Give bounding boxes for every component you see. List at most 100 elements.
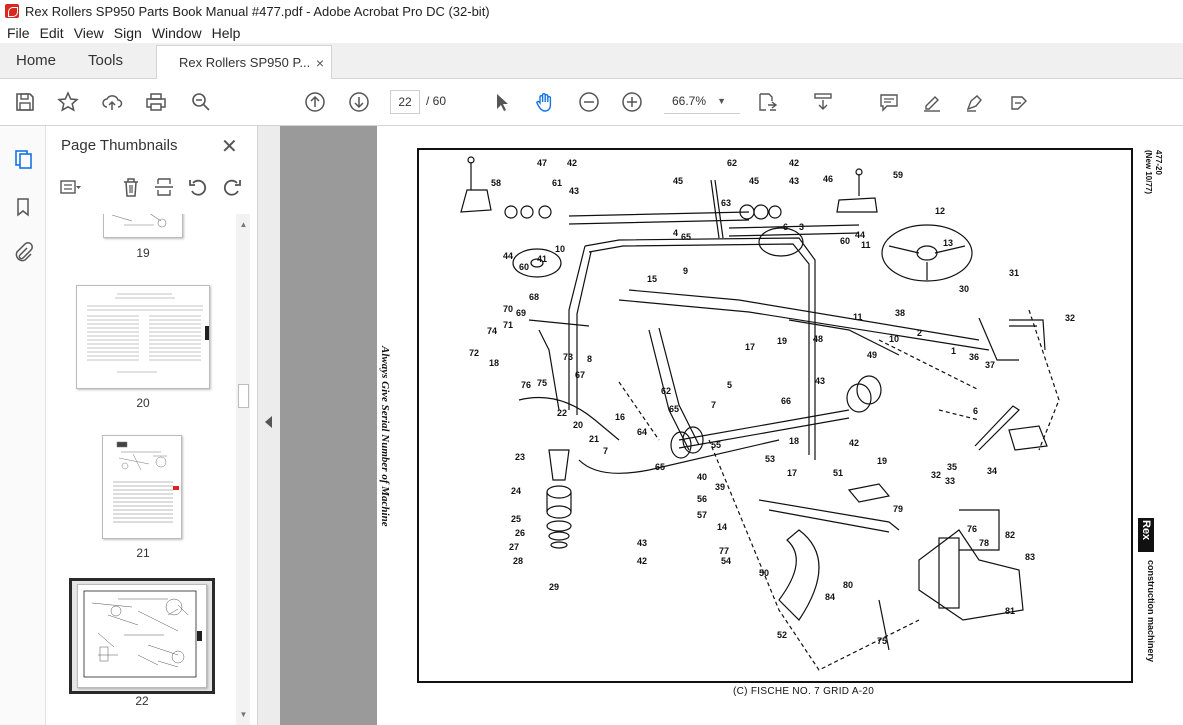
svg-text:40: 40: [697, 472, 707, 482]
scroll-up-icon[interactable]: ▲: [238, 220, 249, 232]
panel-collapse-handle[interactable]: [258, 126, 280, 725]
sign-icon[interactable]: [964, 91, 986, 113]
page-number-input[interactable]: 22: [390, 90, 420, 114]
thumbnail-label-22: 22: [135, 694, 149, 708]
svg-text:12: 12: [935, 206, 945, 216]
zoom-in-icon[interactable]: [621, 91, 643, 113]
thumbnail-page-21[interactable]: [102, 435, 182, 539]
svg-text:3: 3: [799, 222, 804, 232]
thumbnail-label-20: 20: [136, 396, 150, 410]
svg-text:43: 43: [637, 538, 647, 548]
svg-text:39: 39: [715, 482, 725, 492]
svg-text:83: 83: [1025, 552, 1035, 562]
trash-icon[interactable]: [120, 176, 142, 198]
upload-icon[interactable]: [101, 91, 123, 113]
tab-document[interactable]: Rex Rollers SP950 P... ×: [156, 45, 332, 79]
svg-text:47: 47: [537, 158, 547, 168]
select-arrow-icon[interactable]: [491, 91, 513, 113]
page-total: / 60: [426, 94, 447, 108]
page-thumbnails-icon[interactable]: [12, 148, 34, 170]
svg-text:65: 65: [655, 462, 665, 472]
bookmark-icon[interactable]: [12, 196, 34, 218]
svg-text:77: 77: [719, 546, 729, 556]
star-icon[interactable]: [57, 91, 79, 113]
svg-text:81: 81: [1005, 606, 1015, 616]
thumbnail-page-19[interactable]: [103, 214, 183, 238]
tab-home[interactable]: Home: [16, 43, 56, 79]
svg-text:28: 28: [513, 556, 523, 566]
save-icon[interactable]: [14, 91, 36, 113]
svg-text:54: 54: [721, 556, 731, 566]
title-bar: Rex Rollers SP950 Parts Book Manual #477…: [0, 0, 1183, 22]
tab-close-icon[interactable]: ×: [316, 55, 324, 71]
svg-text:34: 34: [987, 466, 997, 476]
svg-text:11: 11: [861, 240, 871, 250]
svg-text:57: 57: [697, 510, 707, 520]
zoom-search-icon[interactable]: [190, 91, 212, 113]
menu-edit[interactable]: Edit: [35, 25, 69, 41]
print-icon[interactable]: [145, 91, 167, 113]
svg-text:52: 52: [777, 630, 787, 640]
svg-text:26: 26: [515, 528, 525, 538]
fit-page-icon[interactable]: [756, 91, 778, 113]
page-down-icon[interactable]: [348, 91, 370, 113]
rotate-ccw-icon[interactable]: [187, 176, 209, 198]
thumbnail-page-22[interactable]: [77, 584, 207, 688]
thumbnail-page-20[interactable]: [76, 285, 210, 389]
svg-text:29: 29: [549, 582, 559, 592]
svg-text:49: 49: [867, 350, 877, 360]
svg-text:60: 60: [519, 262, 529, 272]
svg-text:71: 71: [503, 320, 513, 330]
thumbnail-panel: Page Thumbnails ✕ 19 20 21 22 ▲ ▼: [46, 126, 258, 725]
svg-text:43: 43: [815, 376, 825, 386]
svg-text:9: 9: [683, 266, 688, 276]
menu-help[interactable]: Help: [207, 25, 246, 41]
svg-text:32: 32: [1065, 313, 1075, 323]
rotate-cw-icon[interactable]: [221, 176, 243, 198]
svg-text:17: 17: [745, 342, 755, 352]
svg-text:78: 78: [979, 538, 989, 548]
page-up-icon[interactable]: [304, 91, 326, 113]
menu-sign[interactable]: Sign: [109, 25, 147, 41]
menu-window[interactable]: Window: [147, 25, 207, 41]
svg-text:67: 67: [575, 370, 585, 380]
hand-icon[interactable]: [534, 91, 556, 113]
thumbnail-scrollbar[interactable]: [236, 214, 250, 725]
svg-text:45: 45: [673, 176, 683, 186]
svg-text:33: 33: [945, 476, 955, 486]
svg-text:64: 64: [637, 427, 647, 437]
comment-icon[interactable]: [878, 91, 900, 113]
menu-file[interactable]: File: [2, 25, 35, 41]
svg-text:58: 58: [491, 178, 501, 188]
menu-view[interactable]: View: [69, 25, 109, 41]
svg-text:56: 56: [697, 494, 707, 504]
svg-text:5: 5: [727, 380, 732, 390]
extract-pages-icon[interactable]: [153, 176, 175, 198]
svg-text:10: 10: [555, 244, 565, 254]
options-menu-icon[interactable]: [59, 176, 81, 198]
zoom-select[interactable]: 66.7% ▼: [664, 90, 740, 114]
fill-sign-icon[interactable]: [1008, 91, 1030, 113]
svg-text:19: 19: [777, 336, 787, 346]
tab-tools[interactable]: Tools: [88, 43, 123, 79]
svg-text:75: 75: [877, 636, 887, 646]
zoom-out-icon[interactable]: [578, 91, 600, 113]
close-icon[interactable]: ✕: [221, 134, 238, 159]
svg-text:8: 8: [587, 354, 592, 364]
panel-title: Page Thumbnails: [61, 137, 178, 154]
scroll-mode-icon[interactable]: [812, 91, 834, 113]
scroll-down-icon[interactable]: ▼: [238, 710, 249, 722]
window-title: Rex Rollers SP950 Parts Book Manual #477…: [25, 3, 490, 19]
pdf-page: Always Give Serial Number of Machine 47 …: [377, 126, 1183, 725]
svg-text:27: 27: [509, 542, 519, 552]
document-view[interactable]: Always Give Serial Number of Machine 47 …: [280, 126, 1183, 725]
scrollbar-thumb[interactable]: [238, 384, 249, 408]
svg-text:68: 68: [529, 292, 539, 302]
svg-text:84: 84: [825, 592, 835, 602]
svg-text:32: 32: [931, 470, 941, 480]
svg-text:4: 4: [673, 228, 678, 238]
highlight-icon[interactable]: [921, 91, 943, 113]
tab-row: Home Tools Rex Rollers SP950 P... ×: [0, 43, 1183, 79]
attachment-icon[interactable]: [12, 241, 34, 263]
svg-text:62: 62: [661, 386, 671, 396]
